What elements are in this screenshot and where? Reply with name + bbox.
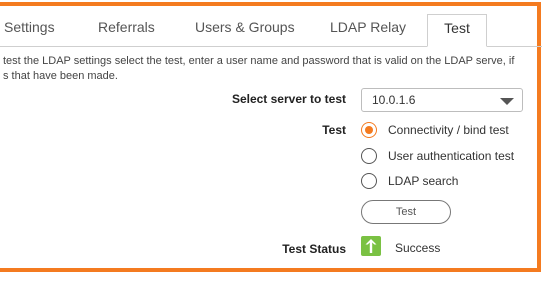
- server-select-value: 10.0.1.6: [372, 93, 416, 107]
- tab-users-groups[interactable]: Users & Groups: [195, 14, 295, 44]
- radio-label: Connectivity / bind test: [388, 123, 509, 137]
- radio-ldap-search[interactable]: LDAP search: [361, 172, 521, 192]
- radio-label: LDAP search: [388, 174, 459, 188]
- description-line-2: s that have been made.: [3, 70, 118, 82]
- tab-referrals[interactable]: Referrals: [98, 14, 155, 44]
- tab-test[interactable]: Test: [427, 14, 487, 47]
- radio-button[interactable]: [361, 173, 377, 189]
- radio-button-checked[interactable]: [361, 122, 377, 138]
- radio-user-authentication-test[interactable]: User authentication test: [361, 147, 521, 167]
- server-select[interactable]: 10.0.1.6: [361, 88, 523, 112]
- radio-label: User authentication test: [388, 149, 515, 163]
- radio-button[interactable]: [361, 148, 377, 164]
- select-server-label: Select server to test: [231, 92, 346, 106]
- radio-connectivity-bind-test[interactable]: Connectivity / bind test: [361, 121, 521, 141]
- arrow-up-icon: [361, 236, 381, 256]
- test-status-label: Test Status: [282, 242, 346, 256]
- test-status-value: Success: [395, 241, 441, 255]
- ldap-settings-panel: Settings Referrals Users & Groups LDAP R…: [0, 2, 542, 272]
- tab-bar: Settings Referrals Users & Groups LDAP R…: [0, 14, 542, 47]
- description-line-1: test the LDAP settings select the test, …: [3, 55, 515, 67]
- tab-ldap-relay[interactable]: LDAP Relay: [330, 14, 406, 44]
- test-description: test the LDAP settings select the test, …: [3, 54, 542, 84]
- test-button[interactable]: Test: [361, 200, 451, 224]
- tab-settings[interactable]: Settings: [4, 14, 55, 44]
- test-type-label: Test: [322, 123, 346, 137]
- chevron-down-icon: [500, 98, 514, 105]
